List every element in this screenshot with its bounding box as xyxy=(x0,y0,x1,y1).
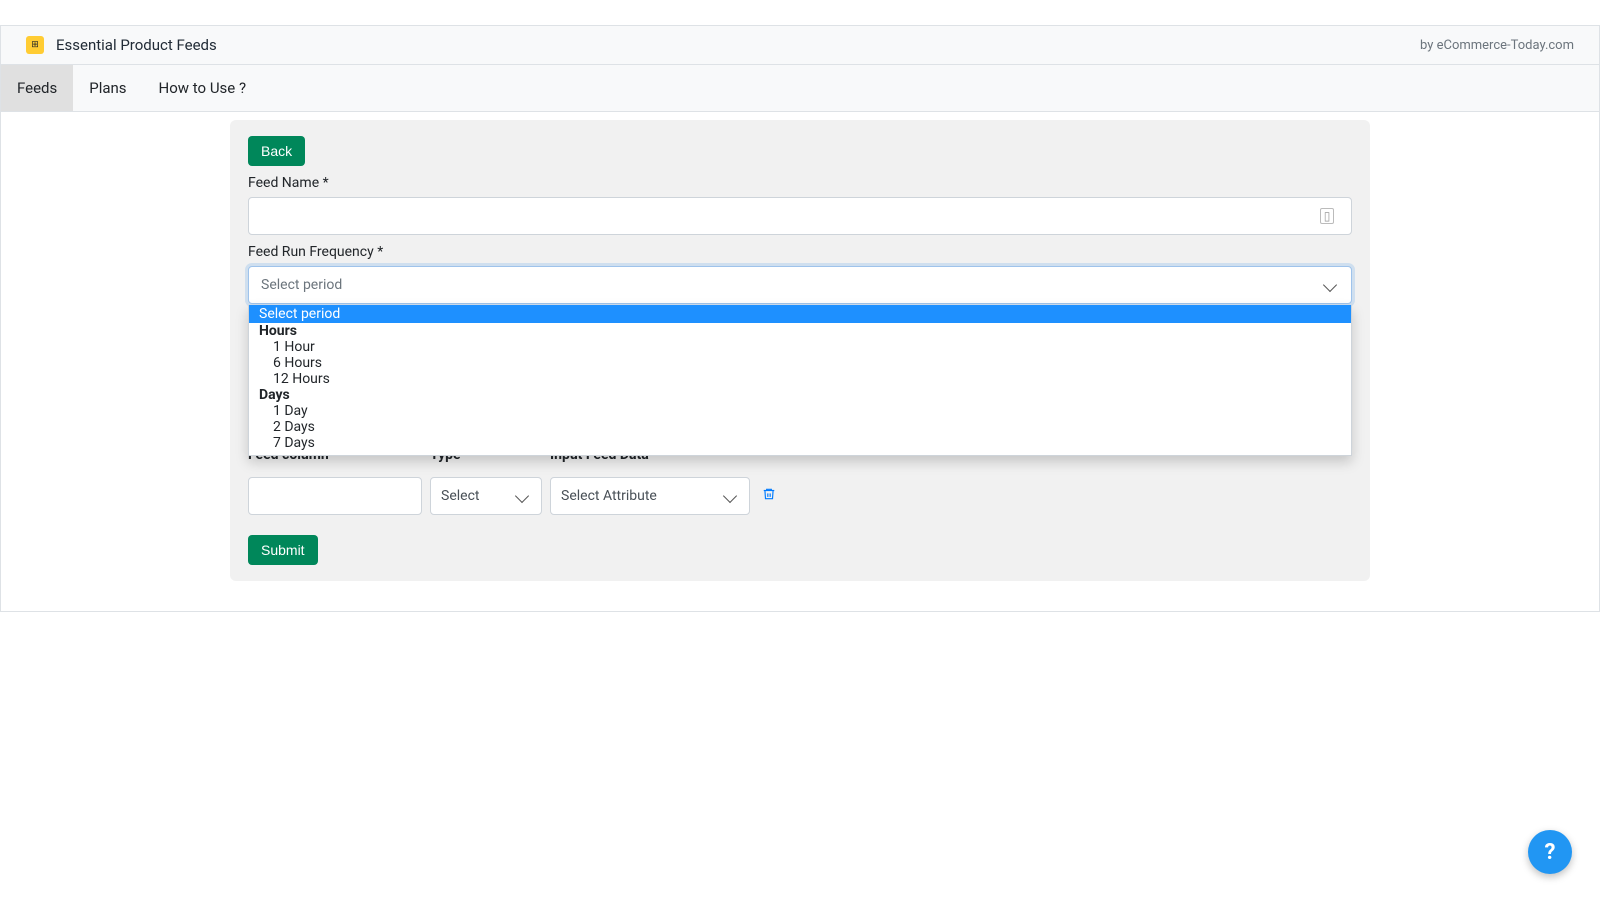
help-fab[interactable]: ? xyxy=(1528,830,1572,874)
note-icon: ▯ xyxy=(1320,208,1334,224)
mapping-feed-column-input[interactable] xyxy=(248,477,422,515)
by-line: by eCommerce-Today.com xyxy=(1420,38,1574,53)
app-icon: ⊞ xyxy=(26,36,44,54)
feed-name-label: Feed Name * xyxy=(248,175,1352,191)
tab-plans[interactable]: Plans xyxy=(73,65,142,111)
mapping-type-select[interactable]: Select xyxy=(430,477,542,515)
frequency-option[interactable]: 2 Days xyxy=(249,419,1351,435)
form-card: Back Feed Name * ▯ Feed Run Frequency * … xyxy=(230,120,1370,581)
frequency-option-placeholder[interactable]: Select period xyxy=(249,305,1351,323)
tab-how-to-use[interactable]: How to Use ? xyxy=(143,65,263,111)
frequency-option[interactable]: 6 Hours xyxy=(249,355,1351,371)
frequency-dropdown[interactable]: Select periodHours1 Hour6 Hours12 HoursD… xyxy=(248,305,1352,456)
app-header: ⊞ Essential Product Feeds by eCommerce-T… xyxy=(1,25,1599,65)
app-title: Essential Product Feeds xyxy=(56,36,217,54)
tab-feeds[interactable]: Feeds xyxy=(1,65,73,111)
frequency-group: Days xyxy=(249,387,1351,403)
feed-name-input[interactable] xyxy=(248,197,1352,235)
frequency-selected-text: Select period xyxy=(261,277,342,293)
mapping-row: Select Select Attribute xyxy=(248,477,1352,515)
frequency-select[interactable]: Select period xyxy=(248,266,1352,304)
chevron-down-icon xyxy=(723,489,737,503)
frequency-group: Hours xyxy=(249,323,1351,339)
chevron-down-icon xyxy=(1323,278,1337,292)
nav-tabs: Feeds Plans How to Use ? xyxy=(1,65,1599,112)
chevron-down-icon xyxy=(515,489,529,503)
frequency-option[interactable]: 1 Day xyxy=(249,403,1351,419)
frequency-label: Feed Run Frequency * xyxy=(248,244,1352,260)
frequency-option[interactable]: 12 Hours xyxy=(249,371,1351,387)
frequency-option[interactable]: 7 Days xyxy=(249,435,1351,451)
trash-icon[interactable] xyxy=(758,483,780,509)
submit-button[interactable]: Submit xyxy=(248,535,318,565)
back-button[interactable]: Back xyxy=(248,136,305,166)
mapping-input-feed-data-select[interactable]: Select Attribute xyxy=(550,477,750,515)
frequency-option[interactable]: 1 Hour xyxy=(249,339,1351,355)
